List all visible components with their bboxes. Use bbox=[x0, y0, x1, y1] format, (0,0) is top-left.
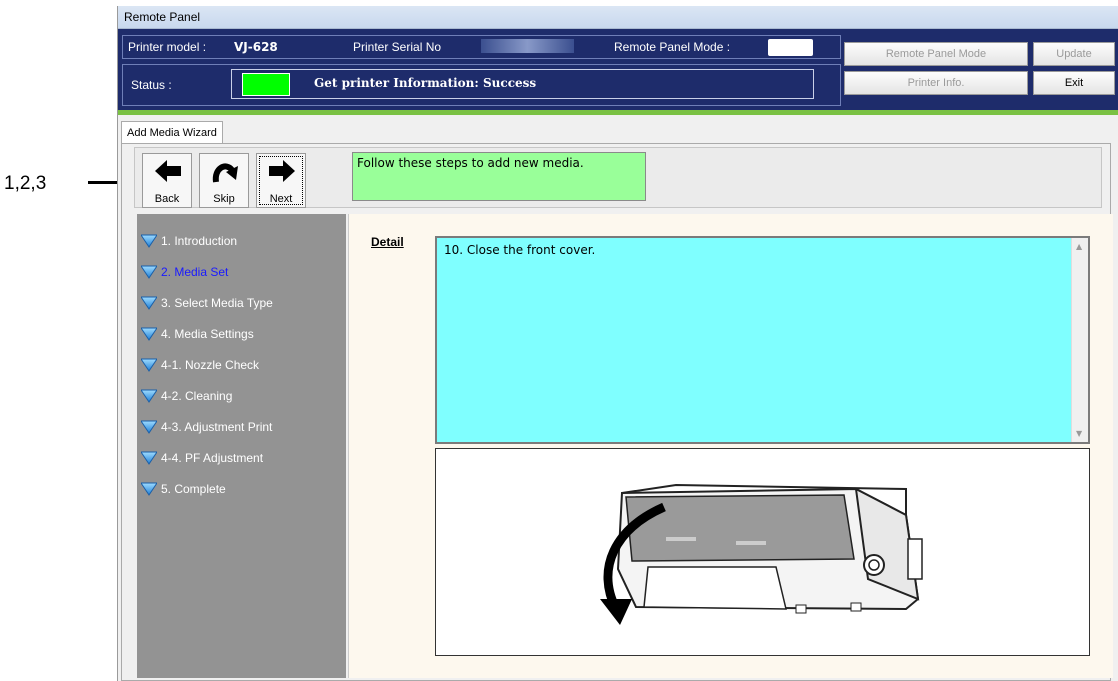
wizard-toolbar: Back Skip Next Follow these steps to add… bbox=[134, 147, 1102, 208]
status-text: Get printer Information: Success bbox=[314, 76, 537, 90]
triangle-down-icon bbox=[141, 265, 157, 279]
detail-text: 10. Close the front cover. bbox=[444, 243, 596, 257]
triangle-down-icon bbox=[141, 327, 157, 341]
wizard-step-label: 2. Media Set bbox=[161, 265, 229, 279]
exit-button[interactable]: Exit bbox=[1033, 71, 1115, 95]
printer-info-button[interactable]: Printer Info. bbox=[844, 71, 1028, 95]
accent-line bbox=[118, 110, 1118, 115]
status-label: Status : bbox=[131, 78, 172, 92]
serial-label: Printer Serial No bbox=[353, 40, 442, 54]
serial-value-redacted bbox=[481, 39, 574, 53]
callout-label: 1,2,3 bbox=[4, 173, 47, 194]
next-label: Next bbox=[269, 193, 293, 205]
mode-indicator bbox=[768, 39, 813, 56]
triangle-down-icon bbox=[141, 482, 157, 496]
remote-panel-mode-button[interactable]: Remote Panel Mode bbox=[844, 42, 1028, 66]
update-button[interactable]: Update bbox=[1033, 42, 1115, 66]
printer-info-row: Printer model : VJ-628 Printer Serial No… bbox=[122, 35, 841, 59]
triangle-down-icon bbox=[141, 451, 157, 465]
status-box: Get printer Information: Success bbox=[231, 69, 814, 99]
arrow-right-icon bbox=[269, 160, 295, 182]
window-title: Remote Panel bbox=[118, 6, 1118, 29]
detail-textbox: 10. Close the front cover. ▲ ▼ bbox=[435, 236, 1090, 444]
back-button[interactable]: Back bbox=[142, 153, 192, 208]
printer-illustration bbox=[435, 448, 1090, 656]
triangle-down-icon bbox=[141, 234, 157, 248]
skip-label: Skip bbox=[213, 193, 235, 205]
printer-model-value: VJ-628 bbox=[234, 40, 278, 54]
detail-label: Detail bbox=[371, 235, 404, 249]
printer-info-bar: Printer model : VJ-628 Printer Serial No… bbox=[118, 29, 1118, 110]
detail-scrollbar[interactable]: ▲ ▼ bbox=[1071, 238, 1088, 442]
next-button[interactable]: Next bbox=[256, 153, 306, 208]
scroll-up-icon[interactable]: ▲ bbox=[1076, 242, 1082, 251]
curved-arrow-icon bbox=[212, 163, 238, 183]
wizard-step-label: 4-2. Cleaning bbox=[161, 389, 233, 403]
wizard-step-label: 5. Complete bbox=[161, 482, 226, 496]
instruction-message: Follow these steps to add new media. bbox=[352, 152, 646, 201]
wizard-step-label: 1. Introduction bbox=[161, 234, 238, 248]
skip-button[interactable]: Skip bbox=[199, 153, 249, 208]
wizard-step-label: 3. Select Media Type bbox=[161, 296, 273, 310]
tab-add-media-wizard[interactable]: Add Media Wizard bbox=[121, 121, 223, 144]
remote-panel-window: Remote Panel Printer model : VJ-628 Prin… bbox=[117, 6, 1118, 681]
scroll-down-icon[interactable]: ▼ bbox=[1076, 429, 1082, 438]
status-led bbox=[242, 73, 290, 96]
triangle-down-icon bbox=[141, 358, 157, 372]
wizard-step-label: 4-3. Adjustment Print bbox=[161, 420, 273, 434]
arrow-left-icon bbox=[155, 160, 181, 182]
mode-label: Remote Panel Mode : bbox=[614, 40, 731, 54]
back-label: Back bbox=[154, 193, 180, 205]
triangle-down-icon bbox=[141, 420, 157, 434]
wizard-step-label: 4-4. PF Adjustment bbox=[161, 451, 264, 465]
triangle-down-icon bbox=[141, 389, 157, 403]
printer-close-cover-illustration bbox=[600, 483, 923, 625]
wizard-step-label: 4. Media Settings bbox=[161, 327, 254, 341]
status-row: Status : Get printer Information: Succes… bbox=[122, 64, 841, 106]
wizard-step-label: 4-1. Nozzle Check bbox=[161, 358, 260, 372]
wizard-steps: 1. Introduction 2. Media Set 3. Select Med… bbox=[137, 214, 346, 678]
triangle-down-icon bbox=[141, 296, 157, 310]
printer-model-label: Printer model : bbox=[128, 40, 207, 54]
